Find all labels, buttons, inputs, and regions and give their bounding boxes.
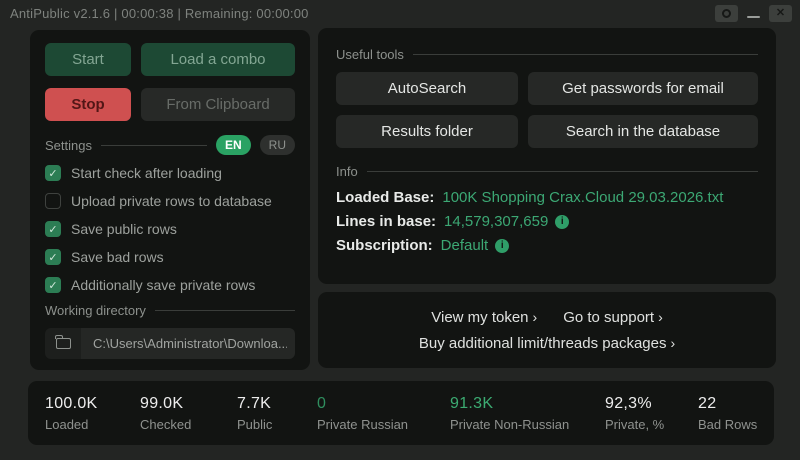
stat-label: Checked	[140, 417, 237, 432]
start-button[interactable]: Start	[45, 43, 131, 76]
subscription-value: Default	[441, 237, 489, 254]
info-icon[interactable]: i	[495, 239, 509, 253]
settings-checkbox-list: ✓ Start check after loading ✓ Upload pri…	[45, 165, 295, 293]
checkbox-box: ✓	[45, 221, 61, 237]
checkbox-box: ✓	[45, 193, 61, 209]
divider-line	[367, 171, 758, 172]
lines-in-base-row: Lines in base: 14,579,307,659 i	[336, 213, 758, 230]
chevron-right-icon: ›	[533, 309, 538, 325]
info-label: Info	[336, 164, 358, 179]
checkbox-box: ✓	[45, 165, 61, 181]
stat-value: 92,3%	[605, 395, 698, 413]
stat-private-non-russian: 91.3K Private Non-Russian	[450, 395, 605, 432]
checkbox-label: Save bad rows	[71, 249, 164, 265]
checkbox[interactable]: ✓ Start check after loading	[45, 165, 295, 181]
subscription-row: Subscription: Default i	[336, 237, 758, 254]
stat-value: 99.0K	[140, 395, 237, 413]
info-icon[interactable]: i	[555, 215, 569, 229]
stat-checked: 99.0K Checked	[140, 395, 237, 432]
working-directory-input[interactable]	[81, 328, 295, 359]
language-toggle-ru[interactable]: RU	[260, 135, 295, 155]
results-folder-button[interactable]: Results folder	[336, 115, 518, 148]
chevron-right-icon: ›	[670, 335, 675, 351]
links-panel: View my token› Go to support› Buy additi…	[318, 292, 776, 368]
close-button[interactable]: ✕	[769, 5, 792, 22]
circle-icon	[722, 9, 731, 18]
stat-private-russian: 0 Private Russian	[317, 395, 450, 432]
go-to-support-link[interactable]: Go to support›	[563, 309, 663, 326]
stat-label: Bad Rows	[698, 417, 757, 432]
from-clipboard-button[interactable]: From Clipboard	[141, 88, 295, 121]
checkbox-box: ✓	[45, 277, 61, 293]
info-section-header: Info	[336, 164, 758, 179]
checkbox-box: ✓	[45, 249, 61, 265]
stat-public: 7.7K Public	[237, 395, 317, 432]
stat-value: 22	[698, 395, 757, 413]
loaded-base-row: Loaded Base: 100K Shopping Crax.Cloud 29…	[336, 189, 758, 206]
control-panel: Start Load a combo Stop From Clipboard S…	[30, 30, 310, 370]
checkbox[interactable]: ✓ Save public rows	[45, 221, 295, 237]
browse-folder-button[interactable]	[45, 328, 81, 359]
checkbox-label: Upload private rows to database	[71, 193, 272, 209]
stat-value: 0	[317, 395, 450, 413]
loaded-base-label: Loaded Base:	[336, 189, 434, 206]
checkbox-label: Additionally save private rows	[71, 277, 255, 293]
stat-value: 7.7K	[237, 395, 317, 413]
folder-icon	[56, 338, 71, 349]
window-controls: ✕	[715, 5, 792, 22]
stat-label: Public	[237, 417, 317, 432]
get-passwords-button[interactable]: Get passwords for email	[528, 72, 758, 105]
buy-packages-link[interactable]: Buy additional limit/threads packages›	[419, 335, 675, 352]
settings-label: Settings	[45, 138, 92, 153]
stat-label: Loaded	[45, 417, 140, 432]
working-directory-label: Working directory	[45, 303, 146, 318]
load-combo-button[interactable]: Load a combo	[141, 43, 295, 76]
stat-private-percent: 92,3% Private, %	[605, 395, 698, 432]
stat-loaded: 100.0K Loaded	[45, 395, 140, 432]
tools-panel: Useful tools AutoSearch Get passwords fo…	[318, 28, 776, 284]
lines-in-base-label: Lines in base:	[336, 213, 436, 230]
checkbox-label: Save public rows	[71, 221, 177, 237]
useful-tools-section-header: Useful tools	[336, 47, 758, 62]
record-button[interactable]	[715, 5, 738, 22]
subscription-label: Subscription:	[336, 237, 433, 254]
stat-value: 91.3K	[450, 395, 605, 413]
stat-label: Private Non-Russian	[450, 417, 605, 432]
loaded-base-value: 100K Shopping Crax.Cloud 29.03.2026.txt	[442, 189, 723, 206]
divider-line	[413, 54, 758, 55]
checkbox-label: Start check after loading	[71, 165, 222, 181]
stat-label: Private, %	[605, 417, 698, 432]
close-icon: ✕	[776, 8, 785, 19]
divider-line	[101, 145, 207, 146]
chevron-right-icon: ›	[658, 309, 663, 325]
stats-bar: 100.0K Loaded 99.0K Checked 7.7K Public …	[28, 381, 774, 445]
checkbox[interactable]: ✓ Upload private rows to database	[45, 193, 295, 209]
stat-label: Private Russian	[317, 417, 450, 432]
title-bar: AntiPublic v2.1.6 | 00:00:38 | Remaining…	[0, 0, 800, 26]
divider-line	[155, 310, 295, 311]
search-database-button[interactable]: Search in the database	[528, 115, 758, 148]
stat-bad-rows: 22 Bad Rows	[698, 395, 757, 432]
settings-section-header: Settings EN RU	[45, 135, 295, 155]
working-directory-section-header: Working directory	[45, 303, 295, 318]
useful-tools-label: Useful tools	[336, 47, 404, 62]
minimize-icon[interactable]	[747, 16, 760, 18]
stop-button[interactable]: Stop	[45, 88, 131, 121]
lines-in-base-value: 14,579,307,659	[444, 213, 548, 230]
autosearch-button[interactable]: AutoSearch	[336, 72, 518, 105]
checkbox[interactable]: ✓ Additionally save private rows	[45, 277, 295, 293]
view-token-link[interactable]: View my token›	[431, 309, 537, 326]
checkbox[interactable]: ✓ Save bad rows	[45, 249, 295, 265]
stat-value: 100.0K	[45, 395, 140, 413]
window-title: AntiPublic v2.1.6 | 00:00:38 | Remaining…	[10, 6, 309, 21]
language-toggle-en[interactable]: EN	[216, 135, 251, 155]
